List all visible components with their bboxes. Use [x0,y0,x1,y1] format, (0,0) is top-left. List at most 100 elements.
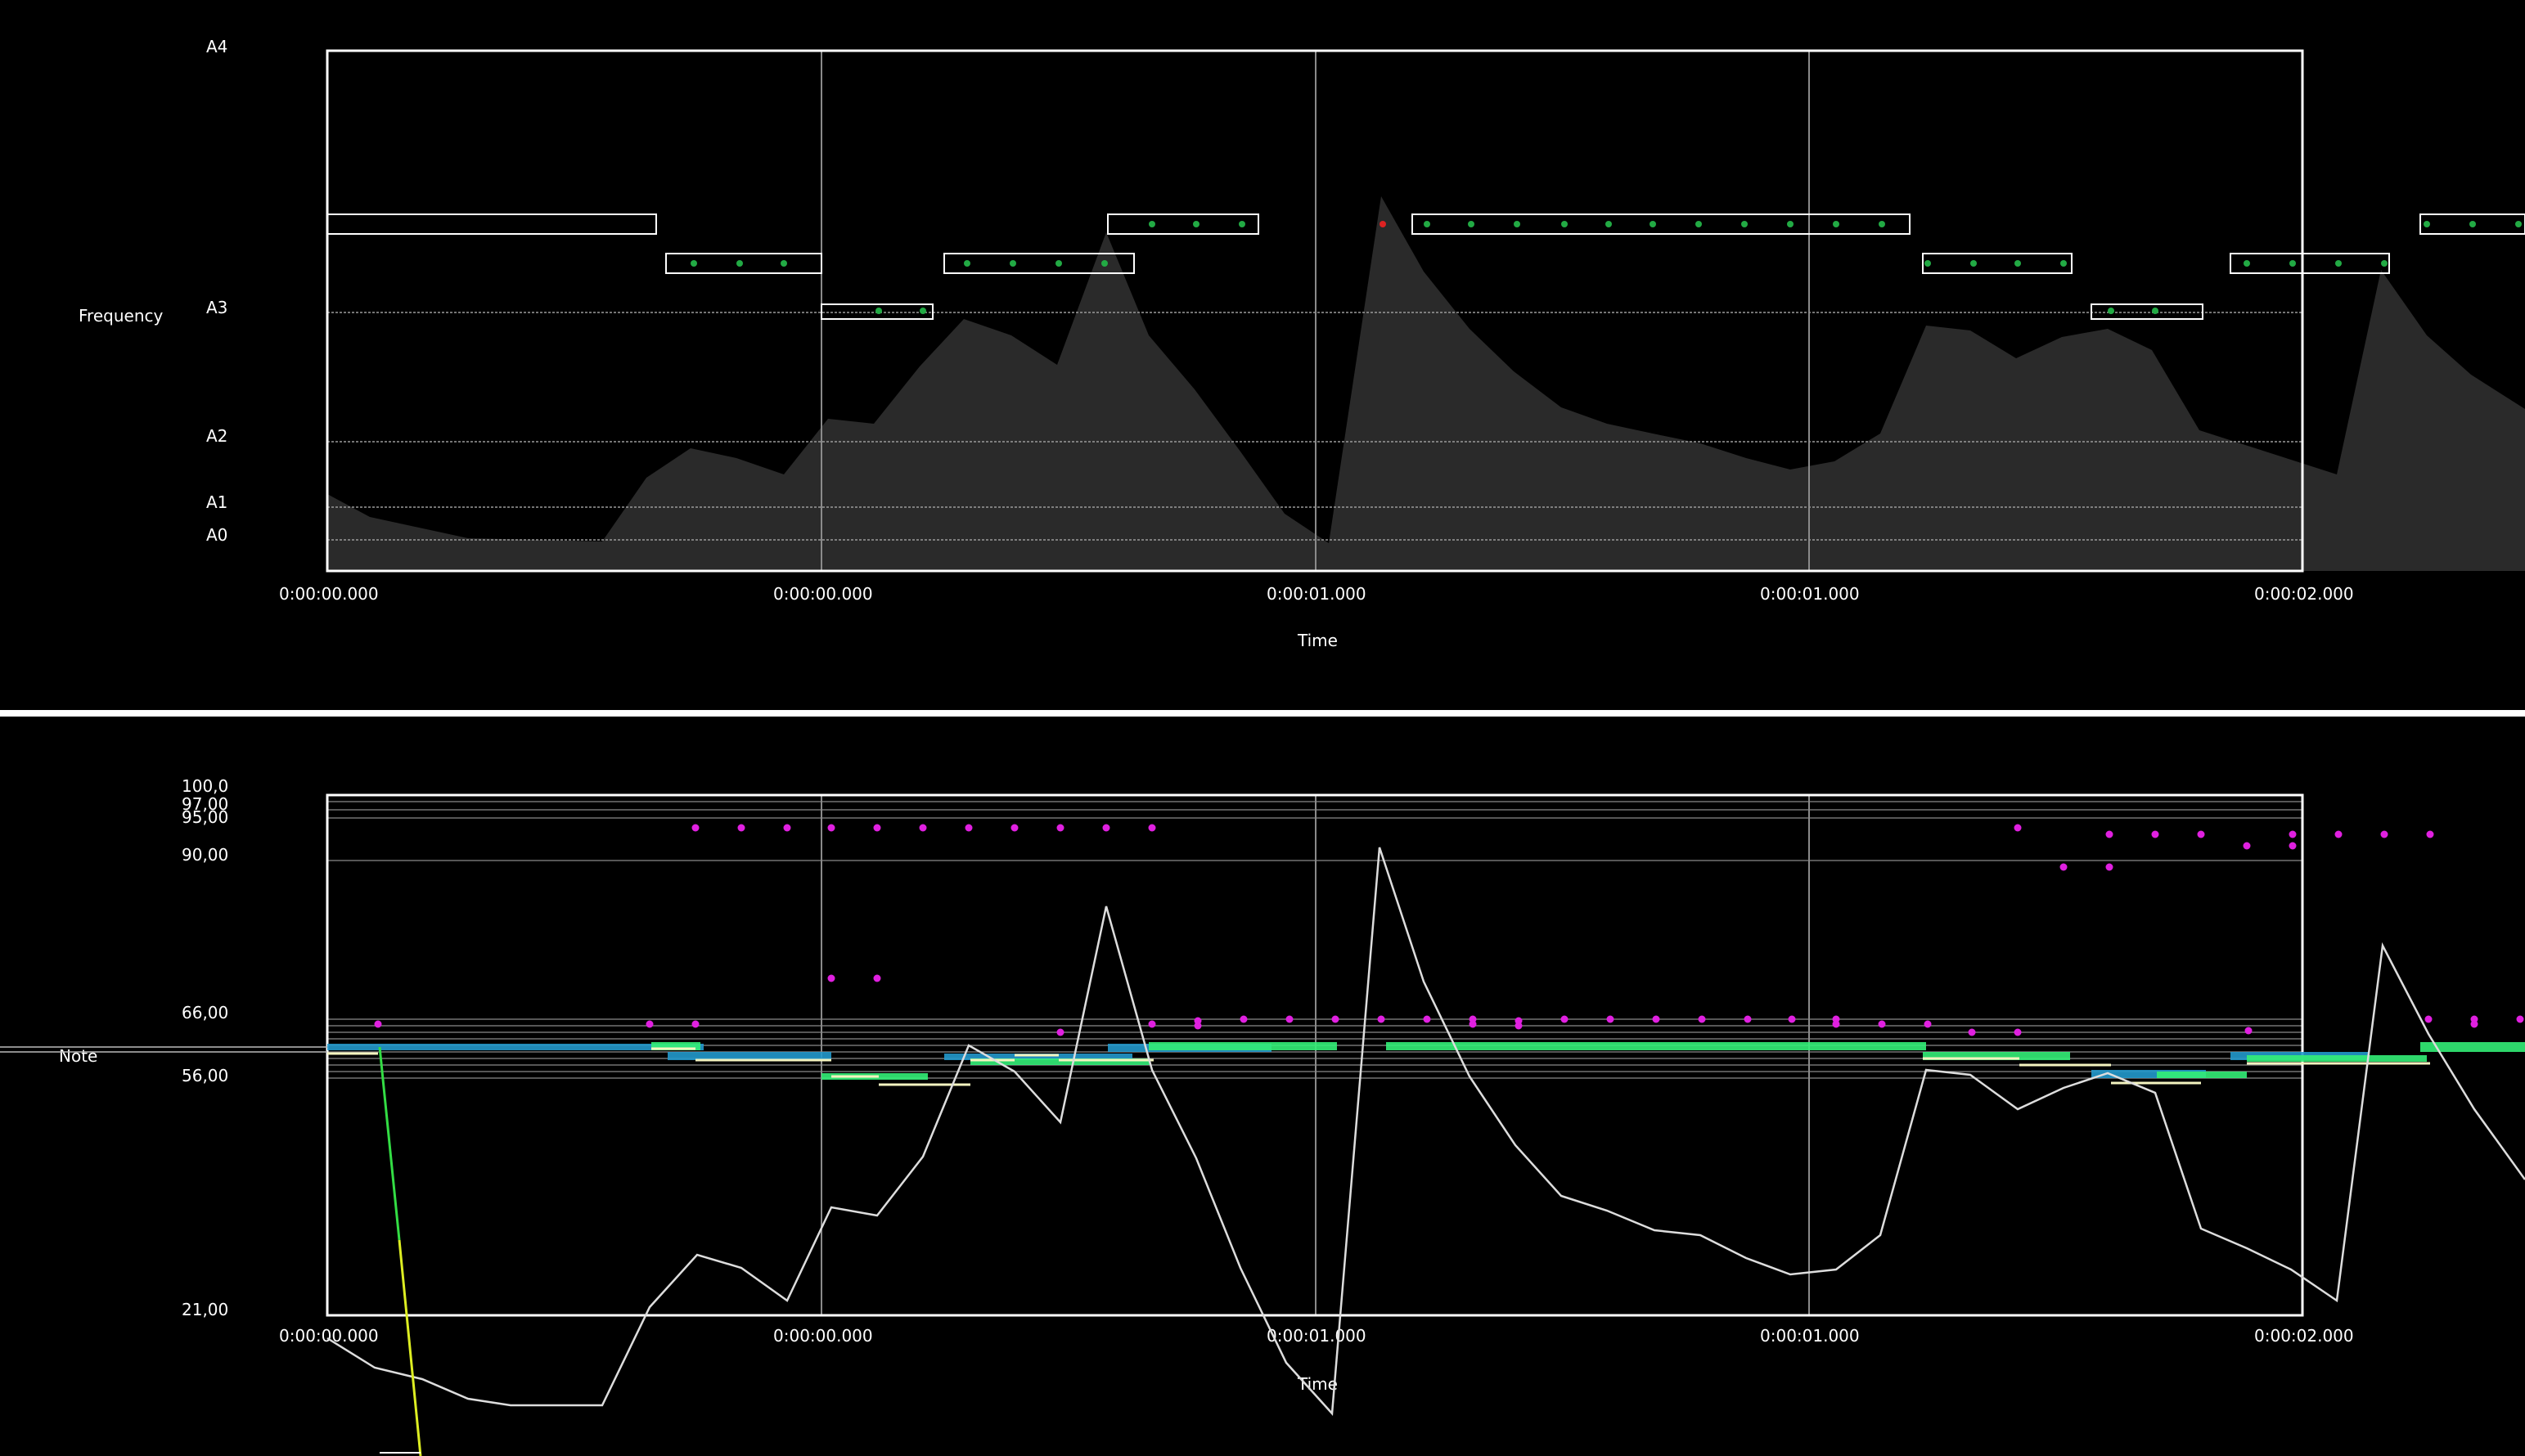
pitch-dot-20 [1787,221,1794,227]
pitch-dot-14 [1514,221,1520,227]
x-tick-2: 0:00:01.000 [1267,1326,1366,1346]
magenta-dot-3 [827,824,835,832]
magenta-dot-54 [2424,1015,2433,1023]
pitch-dot-28 [2152,308,2158,314]
pitch-contour [326,847,2525,1416]
magenta-dot-17 [1148,1020,1156,1028]
x-tick-0: 0:00:00.000 [279,584,379,604]
note-plot[interactable]: Note Time 100,0 97,00 95,00 90,00 66,00 … [0,717,2525,1456]
x-tick-3: 0:00:01.000 [1760,584,1860,604]
magenta-dot-41 [2014,824,2022,832]
pitch-dot-11 [1239,221,1245,227]
magenta-dot-13 [374,1020,382,1028]
magenta-dot-53 [2244,1027,2253,1035]
note-box-8 [2230,253,2390,274]
magenta-dot-5 [919,824,927,832]
pitch-dot-24 [1970,260,1977,267]
frequency-axis-label: Frequency [79,306,163,326]
y-tick-90: 90,00 [182,845,228,865]
pitch-dot-30 [2289,260,2296,267]
pitch-dot-15 [1561,221,1568,227]
frequency-panel[interactable]: Frequency Time A4 A3 A2 A1 A0 0:00:00.00… [0,0,2525,710]
x-tick-4: 0:00:02.000 [2254,1326,2354,1346]
magenta-dot-19 [1194,1022,1202,1030]
pitch-dot-19 [1741,221,1748,227]
note-bar-7 [1149,1042,1337,1050]
pitch-dot-33 [2424,221,2430,227]
magenta-dot-12 [873,974,881,982]
x-tick-3: 0:00:01.000 [1760,1326,1860,1346]
pitch-dot-9 [1149,221,1155,227]
magenta-dot-0 [691,824,700,832]
pitch-dot-5 [964,260,970,267]
x-tick-1: 0:00:00.000 [773,584,873,604]
magenta-dot-45 [2151,830,2159,838]
y-tick-95: 95,00 [182,807,228,827]
pitch-dot-18 [1695,221,1702,227]
pitch-dot-16 [1605,221,1612,227]
note-axis-label: Note [59,1046,97,1066]
magenta-dot-32 [1698,1015,1706,1023]
pitch-dot-12 [1424,221,1430,227]
magenta-dot-40 [2014,1028,2022,1036]
magenta-dot-7 [1010,824,1019,832]
magenta-dot-14 [646,1020,654,1028]
pitch-dot-31 [2335,260,2342,267]
magenta-dot-46 [2197,830,2205,838]
frequency-plot[interactable]: Frequency Time A4 A3 A2 A1 A0 0:00:00.00… [0,0,2525,710]
pitch-dot-21 [1833,221,1839,227]
note-panel[interactable]: Note Time 100,0 97,00 95,00 90,00 66,00 … [0,717,2525,1456]
time-axis-label: Time [1297,631,1338,650]
magenta-dot-15 [691,1020,700,1028]
pitch-dot-27 [2108,308,2114,314]
magenta-dot-21 [1285,1015,1294,1023]
note-bar-13 [2247,1055,2427,1062]
magenta-dot-30 [1606,1015,1614,1023]
pitch-dot-35 [2515,221,2522,227]
pitch-dot-0 [691,260,697,267]
pitch-dot-3 [875,308,882,314]
y-tick-21: 21,00 [182,1300,228,1319]
magenta-dot-1 [737,824,745,832]
pitch-dot-22 [1879,221,1885,227]
magenta-dot-16 [1056,1028,1064,1036]
pitch-dot-4 [920,308,926,314]
pitch-dot-26 [2060,260,2067,267]
y-tick-a4: A4 [206,37,227,56]
x-tick-2: 0:00:01.000 [1267,584,1366,604]
magenta-dot-50 [2334,830,2343,838]
pitch-dot-32 [2381,260,2388,267]
pitch-dot-10 [1193,221,1199,227]
magenta-dot-26 [1469,1020,1477,1028]
x-tick-0: 0:00:00.000 [279,1326,379,1346]
x-tick-1: 0:00:00.000 [773,1326,873,1346]
magenta-dot-6 [965,824,973,832]
magenta-dot-34 [1788,1015,1796,1023]
magenta-dot-57 [2516,1015,2524,1023]
y-tick-a1: A1 [206,492,227,512]
magenta-dot-22 [1331,1015,1339,1023]
magenta-dot-39 [1968,1028,1976,1036]
magenta-dot-52 [2426,830,2434,838]
magenta-dot-31 [1652,1015,1660,1023]
note-box-0 [326,213,657,235]
x-tick-4: 0:00:02.000 [2254,584,2354,604]
pitch-dot-red [1380,221,1386,227]
magenta-dot-8 [1056,824,1064,832]
note-box-4 [1107,213,1259,235]
y-tick-a0: A0 [206,525,227,545]
drop-line-yellow [398,1239,422,1456]
magenta-dot-36 [1832,1020,1840,1028]
pitch-dot-7 [1055,260,1062,267]
magenta-dot-33 [1744,1015,1752,1023]
y-tick-100: 100,0 [182,776,228,796]
pitch-dot-17 [1650,221,1656,227]
magenta-dot-56 [2470,1020,2478,1028]
y-tick-a3: A3 [206,298,227,317]
note-bar-11 [2157,1072,2247,1078]
magenta-dot-42 [2059,863,2068,871]
note-box-1 [665,253,822,274]
panel-divider[interactable] [0,710,2525,717]
magenta-dot-28 [1515,1022,1523,1030]
note-bar-0 [327,1044,704,1050]
